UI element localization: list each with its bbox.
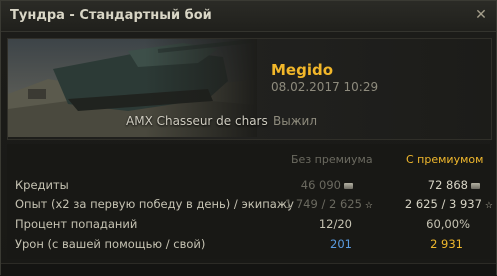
hit-ratio-basic: 12/20	[318, 217, 352, 231]
credits-premium: 72 868	[428, 178, 480, 192]
bottom-bar	[1, 263, 496, 276]
battle-datetime: 08.02.2017 10:29	[271, 80, 379, 94]
row-label-damage: Урон (с вашей помощью / свой)	[15, 237, 206, 251]
damage-own: 2 931	[430, 237, 463, 251]
hit-ratio-premium: 60,00%	[426, 217, 470, 231]
column-header-premium: С премиумом	[406, 153, 484, 166]
experience-basic: 1 749 / 2 625 ☆	[284, 197, 373, 211]
close-icon[interactable]: ✕	[473, 7, 489, 23]
player-name: Megido	[271, 61, 334, 79]
row-label-hit-ratio: Процент попаданий	[15, 217, 138, 231]
experience-premium: 2 625 / 3 937 ☆	[404, 197, 493, 211]
credits-basic: 46 090	[301, 178, 353, 192]
row-label-credits: Кредиты	[15, 178, 69, 192]
title-bar: Тундра - Стандартный бой ✕	[1, 1, 496, 32]
damage-assist: 201	[330, 237, 352, 251]
experience-star-icon: ☆	[484, 201, 493, 211]
survival-status: Выжил	[273, 114, 317, 128]
experience-star-icon: ☆	[364, 201, 373, 211]
column-header-basic: Без премиума	[291, 153, 373, 166]
credits-icon	[344, 182, 353, 189]
row-label-experience: Опыт (x2 за первую победу в день) / экип…	[15, 197, 294, 211]
battle-results-window: Тундра - Стандартный бой ✕ AMX Chasseur …	[0, 0, 497, 276]
vehicle-name: AMX Chasseur de chars	[126, 114, 268, 128]
window-title: Тундра - Стандартный бой	[10, 8, 212, 23]
credits-icon	[471, 182, 480, 189]
